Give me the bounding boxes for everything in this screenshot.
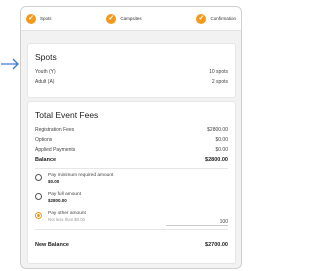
payment-option-other[interactable]: Pay other amount Not less than $0.00 <box>35 211 228 226</box>
row-value: 2 spots <box>211 79 228 85</box>
fees-row-registration: Registration Fees $2800.00 <box>35 125 228 135</box>
row-value: $2800.00 <box>207 127 228 133</box>
option-hint: Not less than $0.00 <box>48 217 86 222</box>
radio-button[interactable] <box>35 193 42 200</box>
payment-option-full[interactable]: Pay full amount $2800.00 <box>35 192 228 207</box>
row-label: Registration Fees <box>35 127 75 133</box>
row-value: $0.00 <box>215 137 228 143</box>
spots-card: Spots Youth (Y) 10 spots Adult (A) 2 spo… <box>27 43 236 98</box>
new-balance-label: New Balance <box>35 242 69 248</box>
new-balance-row: New Balance $2700.00 <box>35 240 228 250</box>
radio-button-selected[interactable] <box>35 212 42 219</box>
spots-title: Spots <box>35 52 57 62</box>
step-campsites[interactable]: ✓ Campsites <box>106 13 142 24</box>
radio-dot-icon <box>37 214 40 217</box>
fees-row-applied-payments: Applied Payments $0.00 <box>35 145 228 155</box>
option-amount: $0.00 <box>48 179 60 184</box>
other-amount-input[interactable] <box>166 218 228 226</box>
row-label: Youth (Y) <box>35 69 56 75</box>
row-label: Adult (A) <box>35 79 55 85</box>
balance-row: Balance $2800.00 <box>35 155 228 165</box>
step-progress-bar: ✓ Spots ✓ Campsites ✓ Confirmation <box>21 7 241 31</box>
step-label: Confirmation <box>210 16 236 21</box>
radio-button[interactable] <box>35 174 42 181</box>
fees-title: Total Event Fees <box>35 110 99 120</box>
balance-value: $2800.00 <box>205 157 228 163</box>
spots-row-youth: Youth (Y) 10 spots <box>35 67 228 77</box>
new-balance-value: $2700.00 <box>205 242 228 248</box>
pointer-arrow-icon <box>1 58 19 70</box>
step-confirmation[interactable]: ✓ Confirmation <box>196 13 236 24</box>
step-label: Campsites <box>120 16 142 21</box>
row-label: Applied Payments <box>35 147 76 153</box>
option-amount: $2800.00 <box>48 198 67 203</box>
registration-panel: ✓ Spots ✓ Campsites ✓ Confirmation Spots… <box>20 6 242 269</box>
divider <box>35 229 228 230</box>
check-icon: ✓ <box>106 13 117 24</box>
fees-row-options: Options $0.00 <box>35 135 228 145</box>
row-value: $0.00 <box>215 147 228 153</box>
step-spots[interactable]: ✓ Spots <box>26 13 52 24</box>
row-label: Options <box>35 137 53 143</box>
spots-row-adult: Adult (A) 2 spots <box>35 77 228 87</box>
row-value: 10 spots <box>209 69 228 75</box>
payment-option-minimum[interactable]: Pay minimum required amount $0.00 <box>35 173 228 188</box>
divider <box>35 168 228 169</box>
check-icon: ✓ <box>26 13 36 24</box>
fees-card: Total Event Fees Registration Fees $2800… <box>27 101 236 264</box>
step-label: Spots <box>40 16 52 21</box>
check-icon: ✓ <box>196 13 207 24</box>
balance-label: Balance <box>35 157 57 163</box>
